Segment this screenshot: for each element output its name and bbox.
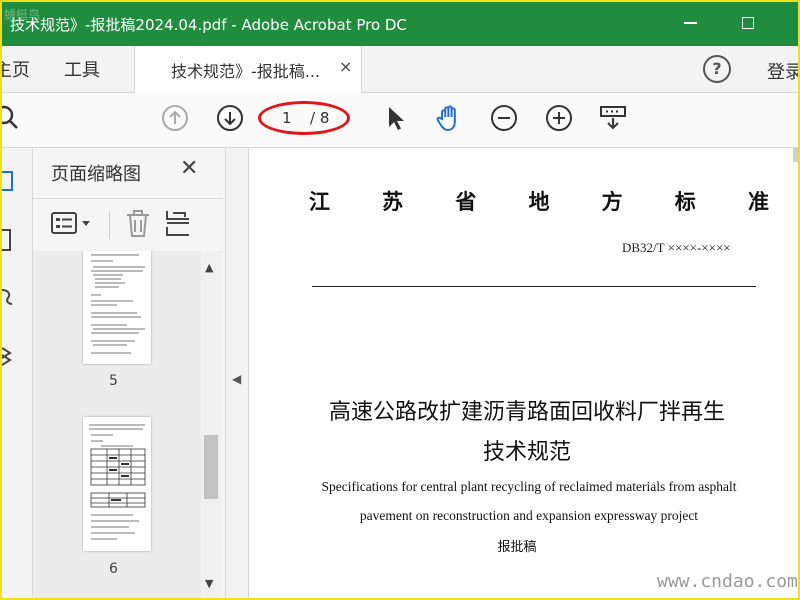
panel-title: 页面缩略图 xyxy=(51,164,141,185)
thumbnail-scrollbar[interactable]: ▲ ▼ xyxy=(201,251,221,598)
menu-tools[interactable]: 工具 xyxy=(64,56,100,82)
page-display-icon[interactable] xyxy=(598,103,628,133)
thumbnail-table-lines xyxy=(89,424,146,540)
header-char: 标 xyxy=(674,189,696,214)
delete-page-icon[interactable] xyxy=(123,209,153,239)
tab-close-icon[interactable]: × xyxy=(339,57,352,76)
next-page-icon[interactable] xyxy=(215,103,245,133)
document-title-line2: 技术规范 xyxy=(482,440,571,465)
thumbnail-list: 5 6 xyxy=(33,251,201,598)
zoom-out-icon[interactable] xyxy=(489,103,519,133)
search-icon[interactable] xyxy=(0,103,24,133)
header-char: 地 xyxy=(528,189,550,214)
window-title: 技术规范》-报批稿2024.04.pdf - Adobe Acrobat Pro… xyxy=(10,16,407,34)
layers-icon[interactable] xyxy=(2,344,16,370)
bookmarks-icon[interactable] xyxy=(2,228,16,254)
site-watermark: www.cndao.com xyxy=(657,571,798,592)
header-rule xyxy=(312,286,756,287)
thumbnail-number: 5 xyxy=(109,373,118,389)
page-thumbnails-icon[interactable] xyxy=(2,170,16,196)
document-tab-label: 技术规范》-报批稿... xyxy=(171,62,321,81)
panel-toolbar xyxy=(33,198,223,252)
standard-code: DB32/T ××××-×××× xyxy=(622,240,731,255)
scroll-up-icon[interactable]: ▲ xyxy=(205,261,213,274)
extract-pages-icon[interactable] xyxy=(165,209,191,239)
toolbar-divider xyxy=(109,211,110,239)
help-icon[interactable]: ? xyxy=(703,55,731,83)
menu-tab-bar: 主页 工具 技术规范》-报批稿... × ? 登录 xyxy=(2,46,798,93)
title-bar: 蜻蜓鸟 技术规范》-报批稿2024.04.pdf - Adobe Acrobat… xyxy=(2,2,798,46)
document-page: 江 苏 省 地 方 标 准 DB32/T ××××-×××× 高速公路改扩建沥青… xyxy=(249,148,798,598)
previous-page-icon[interactable] xyxy=(160,103,190,133)
header-char: 江 xyxy=(309,189,330,214)
attachments-icon[interactable] xyxy=(2,284,16,310)
app-window: 蜻蜓鸟 技术规范》-报批稿2024.04.pdf - Adobe Acrobat… xyxy=(0,0,800,600)
collapse-arrow-icon[interactable]: ◀ xyxy=(232,372,241,386)
thumbnail-page-5[interactable] xyxy=(83,251,151,364)
toolbar: 1 / 8 xyxy=(2,93,798,148)
panel-collapse-strip[interactable]: ◀ xyxy=(226,148,249,598)
header-char: 省 xyxy=(455,189,477,214)
document-scrollbar[interactable] xyxy=(793,148,798,162)
minimize-icon[interactable] xyxy=(684,22,697,24)
scrollbar-thumb[interactable] xyxy=(204,435,218,499)
hand-tool-icon[interactable] xyxy=(434,103,464,133)
zoom-in-icon[interactable] xyxy=(544,103,574,133)
english-title-line1: Specifications for central plant recycli… xyxy=(321,479,737,494)
thumbnail-page-6[interactable] xyxy=(83,417,151,551)
scroll-down-icon[interactable]: ▼ xyxy=(205,577,213,590)
standard-header: 江 苏 省 地 方 标 准 xyxy=(309,186,769,216)
panel-close-icon[interactable]: ✕ xyxy=(180,156,198,181)
login-button[interactable]: 登录 xyxy=(767,58,798,84)
document-tab[interactable]: 技术规范》-报批稿... × xyxy=(134,46,362,93)
select-cursor-icon[interactable] xyxy=(380,103,410,133)
thumbnail-text-lines xyxy=(91,254,145,354)
thumbnails-panel: 页面缩略图 ✕ 5 6 ▲ ▼ xyxy=(33,148,226,598)
menu-home[interactable]: 主页 xyxy=(2,56,30,82)
header-char: 准 xyxy=(747,189,769,214)
draft-label: 报批稿 xyxy=(497,540,537,555)
page-number-field[interactable]: 1 / 8 xyxy=(258,101,350,135)
english-title-line2: pavement on reconstruction and expansion… xyxy=(359,508,699,523)
left-rail xyxy=(2,148,33,598)
red-annotation-ellipse xyxy=(258,101,350,135)
document-title-line1: 高速公路改扩建沥青路面回收料厂拌再生 xyxy=(328,400,725,425)
maximize-icon[interactable] xyxy=(742,17,754,29)
thumbnail-number: 6 xyxy=(109,561,118,577)
options-menu-icon[interactable] xyxy=(49,211,95,237)
header-char: 苏 xyxy=(382,189,404,214)
header-char: 方 xyxy=(601,189,623,214)
